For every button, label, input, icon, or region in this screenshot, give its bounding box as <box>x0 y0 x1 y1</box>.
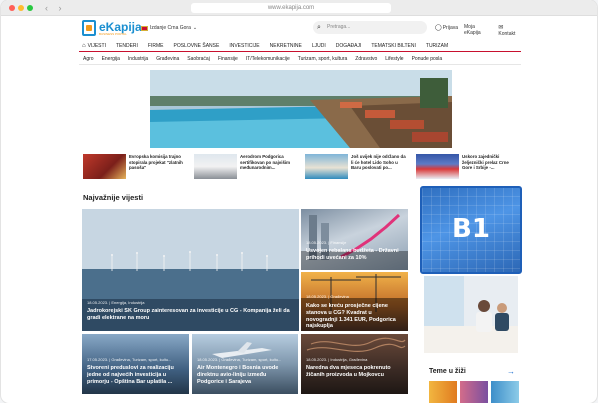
nav-item-ljudi[interactable]: LJUDI <box>307 43 331 49</box>
teme-thumbnails <box>429 381 519 403</box>
strip-card[interactable]: Evropska komisija trajno stopirala proje… <box>83 154 187 184</box>
tile-headline: Stvoreni preduslovi za realizaciju jedne… <box>87 365 174 385</box>
section-title: Najvažnije vijesti <box>83 193 144 202</box>
search-input[interactable]: ⌕ Pretraga... <box>313 21 427 34</box>
nav-item-tematski-bilteni[interactable]: TEMATSKI BILTENI <box>366 43 421 49</box>
nav-item-dogadjaji[interactable]: DOGAĐAJI <box>331 43 367 49</box>
browser-nav-arrows-icon[interactable]: ‹ › <box>45 3 66 13</box>
nav-item-turizam[interactable]: TURIZAM <box>421 43 453 49</box>
close-window-button[interactable] <box>9 5 15 11</box>
nav-item-firme[interactable]: FIRME <box>143 43 169 49</box>
teme-thumbnail-image[interactable] <box>429 381 457 403</box>
nav-item-tenderi[interactable]: TENDERI <box>111 43 143 49</box>
tile-headline: Naredna dva mjeseca pokrenuto žičanih pr… <box>306 365 391 378</box>
tile-meta: 18.05.2023. | Finansije <box>306 240 347 245</box>
strip-thumbnail-image <box>305 154 348 179</box>
nav-item-nekretnine[interactable]: NEKRETNINE <box>265 43 307 49</box>
strip-thumbnail-image <box>416 154 459 179</box>
contact-link[interactable]: ✉Kontakt <box>498 24 521 37</box>
category-saobracaj[interactable]: Saobraćaj <box>183 56 214 62</box>
news-tile[interactable]: 18.05.2023. | Građevina, Turizam, sport,… <box>192 334 298 394</box>
tile-meta: 18.05.2023. | Industrija, Građevina <box>306 357 368 362</box>
strip-card-title: Aerodrom Podgorica sertifikovan po najvi… <box>240 154 291 171</box>
teme-u-zizi-title: Teme u žiži <box>429 368 466 375</box>
strip-card[interactable]: Aerodrom Podgorica sertifikovan po najvi… <box>194 154 298 184</box>
login-label: Prijava <box>442 25 459 31</box>
category-agro[interactable]: Agro <box>79 56 98 62</box>
search-icon: ⌕ <box>317 24 321 31</box>
teme-thumbnail-image[interactable] <box>460 381 488 403</box>
sidebar-ad-image[interactable] <box>424 276 518 353</box>
news-tile[interactable]: 18.05.2023. | Građevina Kako se kreću pr… <box>301 272 408 331</box>
strip-card-title: Uskoro zajednički željeznički prelaz Crn… <box>462 154 509 171</box>
my-ekapija-link[interactable]: Moja eKapija <box>464 24 492 37</box>
tile-headline: Jadrokorejski SK Group zainteresovan za … <box>87 308 290 321</box>
site-header: eKapija BUSINESS PORTAL Izdanje Crna Gor… <box>79 16 521 40</box>
search-placeholder: Pretraga... <box>327 24 351 30</box>
category-energija[interactable]: Energija <box>98 56 124 62</box>
tile-meta: 18.05.2023. | Građevina <box>306 294 349 299</box>
category-navigation: Agro Energija Industrija Građevina Saobr… <box>79 54 521 65</box>
browser-window: ‹ › www.ekapija.com eKapija BUSINESS POR… <box>1 0 597 403</box>
site-logo[interactable]: eKapija BUSINESS PORTAL <box>82 20 142 36</box>
office-people-image <box>424 276 518 353</box>
ad-label: B1 <box>452 214 490 244</box>
logo-mark-icon <box>82 20 96 36</box>
site-page: eKapija BUSINESS PORTAL Izdanje Crna Gor… <box>79 16 521 202</box>
arrow-right-icon[interactable]: → <box>507 367 515 376</box>
news-tile[interactable]: 17.05.2023. | Građevina, Turizam, sport,… <box>82 334 189 394</box>
category-lifestyle[interactable]: Lifestyle <box>381 56 407 62</box>
minimize-window-button[interactable] <box>18 5 24 11</box>
maximize-window-button[interactable] <box>27 5 33 11</box>
category-finansije[interactable]: Finansije <box>214 56 242 62</box>
header-links: ◯Prijava Moja eKapija ✉Kontakt <box>435 24 521 37</box>
tile-meta: 18.05.2023. | Građevina, Turizam, sport,… <box>197 357 282 362</box>
edition-label: Izdanje Crna Gora <box>150 25 191 31</box>
tile-headline: Usvojen rebalans budžeta - Državni priho… <box>306 248 399 261</box>
edition-selector[interactable]: Izdanje Crna Gora ⌄ <box>141 25 197 31</box>
nav-item-poslovne-sanse[interactable]: POSLOVNE ŠANSE <box>168 43 224 49</box>
logo-name: eKapija <box>99 19 142 34</box>
hero-banner-image[interactable] <box>150 70 452 148</box>
tile-meta: 18.05.2023. | Energija, Industrija <box>87 300 145 305</box>
nav-label: VIJESTI <box>87 42 106 49</box>
tile-headline: Kako se kreću prosječne cijene stanova u… <box>306 303 396 330</box>
user-icon: ◯ <box>435 25 442 31</box>
strip-thumbnail-image <box>194 154 237 179</box>
category-industrija[interactable]: Industrija <box>124 56 152 62</box>
address-bar[interactable]: www.ekapija.com <box>191 3 391 13</box>
category-turizam-sport-kultura[interactable]: Turizam, sport, kultura <box>294 56 352 62</box>
category-ponude-posla[interactable]: Ponude posla <box>408 56 447 62</box>
tile-headline: Air Montenegro i Bosnia uvode direktnu a… <box>197 365 279 385</box>
chevron-down-icon: ⌄ <box>192 25 198 31</box>
strip-card[interactable]: Još uvijek nije održano da li će hotel L… <box>305 154 409 184</box>
category-gradjevina[interactable]: Građevina <box>152 56 183 62</box>
teme-thumbnail-image[interactable] <box>491 381 519 403</box>
main-navigation: ⌂ VIJESTI TENDERI FIRME POSLOVNE ŠANSE IN… <box>79 40 521 52</box>
category-it-telekomunikacije[interactable]: IT/Telekomunikacije <box>242 56 294 62</box>
login-link[interactable]: ◯Prijava <box>435 24 458 37</box>
strip-card-title: Evropska komisija trajno stopirala proje… <box>129 154 183 171</box>
featured-news-strip: Evropska komisija trajno stopirala proje… <box>83 154 523 184</box>
news-tile[interactable]: 18.05.2023. | Finansije Usvojen rebalans… <box>301 209 408 270</box>
browser-chrome: ‹ › www.ekapija.com <box>1 0 597 16</box>
contact-label: Kontakt <box>498 31 516 37</box>
news-tile[interactable]: 18.05.2023. | Industrija, Građevina Nare… <box>301 334 408 394</box>
nav-item-investicije[interactable]: INVESTICIJE <box>224 43 264 49</box>
strip-card-title: Još uvijek nije održano da li će hotel L… <box>351 154 406 171</box>
category-zdravstvo[interactable]: Zdravstvo <box>351 56 381 62</box>
strip-thumbnail-image <box>83 154 126 179</box>
hotel-pool-image <box>150 70 452 148</box>
home-icon: ⌂ <box>82 42 86 49</box>
tile-meta: 17.05.2023. | Građevina, Turizam, sport,… <box>87 357 172 362</box>
b1-advertisement-banner[interactable]: B1 <box>420 186 522 274</box>
montenegro-flag-icon <box>141 25 148 31</box>
strip-card[interactable]: Uskoro zajednički željeznički prelaz Crn… <box>416 154 520 184</box>
lead-news-tile[interactable]: 18.05.2023. | Energija, Industrija Jadro… <box>82 209 299 331</box>
wire-factory-image <box>306 337 406 352</box>
nav-item-vijesti[interactable]: ⌂ VIJESTI <box>79 43 111 49</box>
